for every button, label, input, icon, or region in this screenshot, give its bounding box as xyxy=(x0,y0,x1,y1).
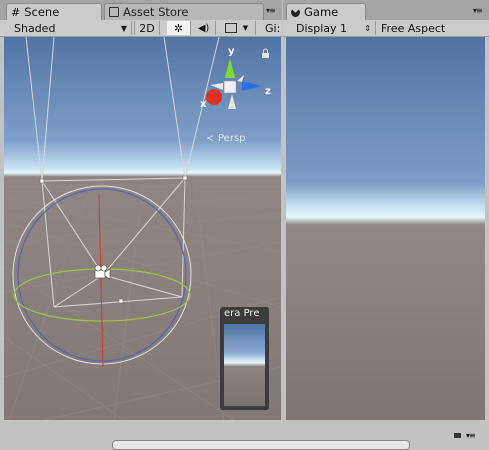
grid-icon: # xyxy=(11,5,21,19)
tab-asset-store-label: Asset Store xyxy=(123,5,189,19)
camera-preview: era Pre xyxy=(220,307,269,410)
status-bar: ▾≡ xyxy=(0,420,489,450)
lighting-toggle-button[interactable]: ✲ xyxy=(167,21,191,35)
tab-asset-store[interactable]: Asset Store xyxy=(104,3,264,20)
scene-toolbar: Shaded ▼ 2D ✲ ◀) ▼ Gi: xyxy=(0,20,282,37)
display-dropdown[interactable]: Display 1 ⇕ xyxy=(292,21,376,35)
2d-toggle-button[interactable]: 2D xyxy=(134,21,160,35)
aspect-dropdown[interactable]: Free Aspect xyxy=(377,21,481,35)
gizmos-label: Gi: xyxy=(265,21,281,35)
chevron-updown-icon: ⇕ xyxy=(364,23,371,33)
aspect-value: Free Aspect xyxy=(381,21,446,35)
chevron-down-icon: ▼ xyxy=(120,23,127,33)
camera-preview-image xyxy=(224,324,265,406)
game-tab-strip: Game ▾≡ xyxy=(283,0,489,20)
shading-mode-dropdown[interactable]: Shaded ▼ xyxy=(10,21,132,35)
axis-x-label: x xyxy=(200,99,207,110)
axis-z-label: z xyxy=(265,86,271,97)
image-icon xyxy=(224,23,237,33)
chevron-down-icon: ▼ xyxy=(242,24,249,32)
2d-label: 2D xyxy=(139,21,155,35)
axis-y-label: y xyxy=(228,46,235,57)
tab-game[interactable]: Game xyxy=(286,3,366,20)
gizmo-center[interactable] xyxy=(223,80,237,94)
scroll-field[interactable] xyxy=(112,440,410,450)
panel-menu-icon[interactable]: ▾≡ xyxy=(466,431,476,440)
sun-icon: ✲ xyxy=(173,21,184,35)
effects-dropdown[interactable]: ▼ xyxy=(218,21,256,35)
lock-icon[interactable] xyxy=(454,433,461,438)
tab-scene[interactable]: # Scene xyxy=(6,3,102,20)
axis-x-cone[interactable] xyxy=(206,89,222,105)
game-toolbar: Display 1 ⇕ Free Aspect xyxy=(283,20,489,37)
display-value: Display 1 xyxy=(296,21,348,35)
tab-scene-label: Scene xyxy=(24,5,60,19)
speaker-icon: ◀) xyxy=(197,22,210,34)
gizmos-dropdown[interactable]: Gi: xyxy=(262,21,282,35)
panel-menu-icon[interactable]: ▾≡ xyxy=(473,6,485,16)
tab-game-label: Game xyxy=(304,5,339,19)
shopping-bag-icon xyxy=(109,7,119,17)
panel-menu-icon[interactable]: ▾≡ xyxy=(266,6,278,16)
audio-toggle-button[interactable]: ◀) xyxy=(192,21,216,35)
projection-label[interactable]: Persp xyxy=(218,133,246,144)
scene-tab-strip: # Scene Asset Store ▾≡ xyxy=(0,0,282,20)
camera-preview-title: era Pre xyxy=(224,308,260,319)
pacman-icon xyxy=(291,7,300,17)
scene-viewport[interactable]: y z x ≺ Persp era Pre xyxy=(4,37,281,420)
game-viewport[interactable] xyxy=(286,37,485,420)
persp-chevron-icon: ≺ xyxy=(206,134,214,144)
shading-mode-value: Shaded xyxy=(14,21,56,35)
